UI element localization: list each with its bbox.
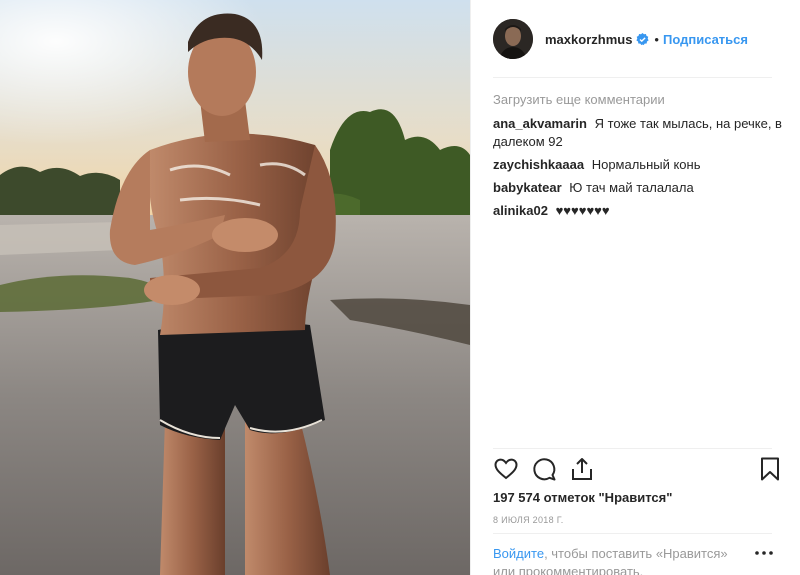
share-icon bbox=[572, 458, 592, 480]
comment-item: alinika02 ♥♥♥♥♥♥♥ bbox=[493, 202, 783, 220]
follow-button[interactable]: Подписаться bbox=[663, 32, 748, 47]
comment-author[interactable]: alinika02 bbox=[493, 203, 548, 218]
comment-icon bbox=[533, 458, 556, 481]
post-actions bbox=[493, 456, 783, 484]
comment-text: Ю тач май талалала bbox=[569, 180, 694, 195]
save-button[interactable] bbox=[757, 456, 783, 482]
bookmark-icon bbox=[761, 457, 779, 481]
separator-dot: • bbox=[654, 31, 659, 47]
avatar-image bbox=[493, 19, 533, 59]
avatar[interactable] bbox=[493, 19, 533, 59]
divider bbox=[493, 448, 772, 449]
post-photo[interactable] bbox=[0, 0, 470, 575]
likes-count[interactable]: 197 574 отметок "Нравится" bbox=[493, 490, 672, 505]
heart-icon bbox=[494, 458, 518, 480]
divider bbox=[493, 533, 772, 534]
comment-item: ana_akvamarin Я тоже так мылась, на речк… bbox=[493, 115, 783, 151]
comment-author[interactable]: babykatear bbox=[493, 180, 562, 195]
login-prompt: Войдите, чтобы поставить «Нравится» или … bbox=[493, 545, 743, 575]
like-button[interactable] bbox=[493, 456, 519, 482]
login-link[interactable]: Войдите bbox=[493, 546, 544, 561]
post-date[interactable]: 8 ИЮЛЯ 2018 Г. bbox=[493, 515, 564, 525]
comment-text: Нормальный конь bbox=[591, 157, 701, 172]
post-header: maxkorzhmus • Подписаться bbox=[471, 0, 800, 78]
load-more-comments-button[interactable]: Загрузить еще комментарии bbox=[493, 91, 783, 109]
verified-icon bbox=[636, 32, 650, 45]
more-options-icon[interactable] bbox=[754, 546, 774, 560]
divider bbox=[493, 77, 772, 78]
comment-author[interactable]: zaychishkaaaa bbox=[493, 157, 584, 172]
comments-list: Загрузить еще комментарии ana_akvamarin … bbox=[493, 91, 783, 225]
post-side-panel: maxkorzhmus • Подписаться Загрузить еще … bbox=[470, 0, 800, 575]
comment-button[interactable] bbox=[531, 456, 557, 482]
comment-item: zaychishkaaaa Нормальный конь bbox=[493, 156, 783, 174]
share-button[interactable] bbox=[569, 456, 595, 482]
comment-author[interactable]: ana_akvamarin bbox=[493, 116, 587, 131]
photo-image bbox=[0, 0, 470, 575]
username[interactable]: maxkorzhmus bbox=[545, 32, 632, 47]
comment-text: ♥♥♥♥♥♥♥ bbox=[555, 203, 610, 218]
comment-item: babykatear Ю тач май талалала bbox=[493, 179, 783, 197]
